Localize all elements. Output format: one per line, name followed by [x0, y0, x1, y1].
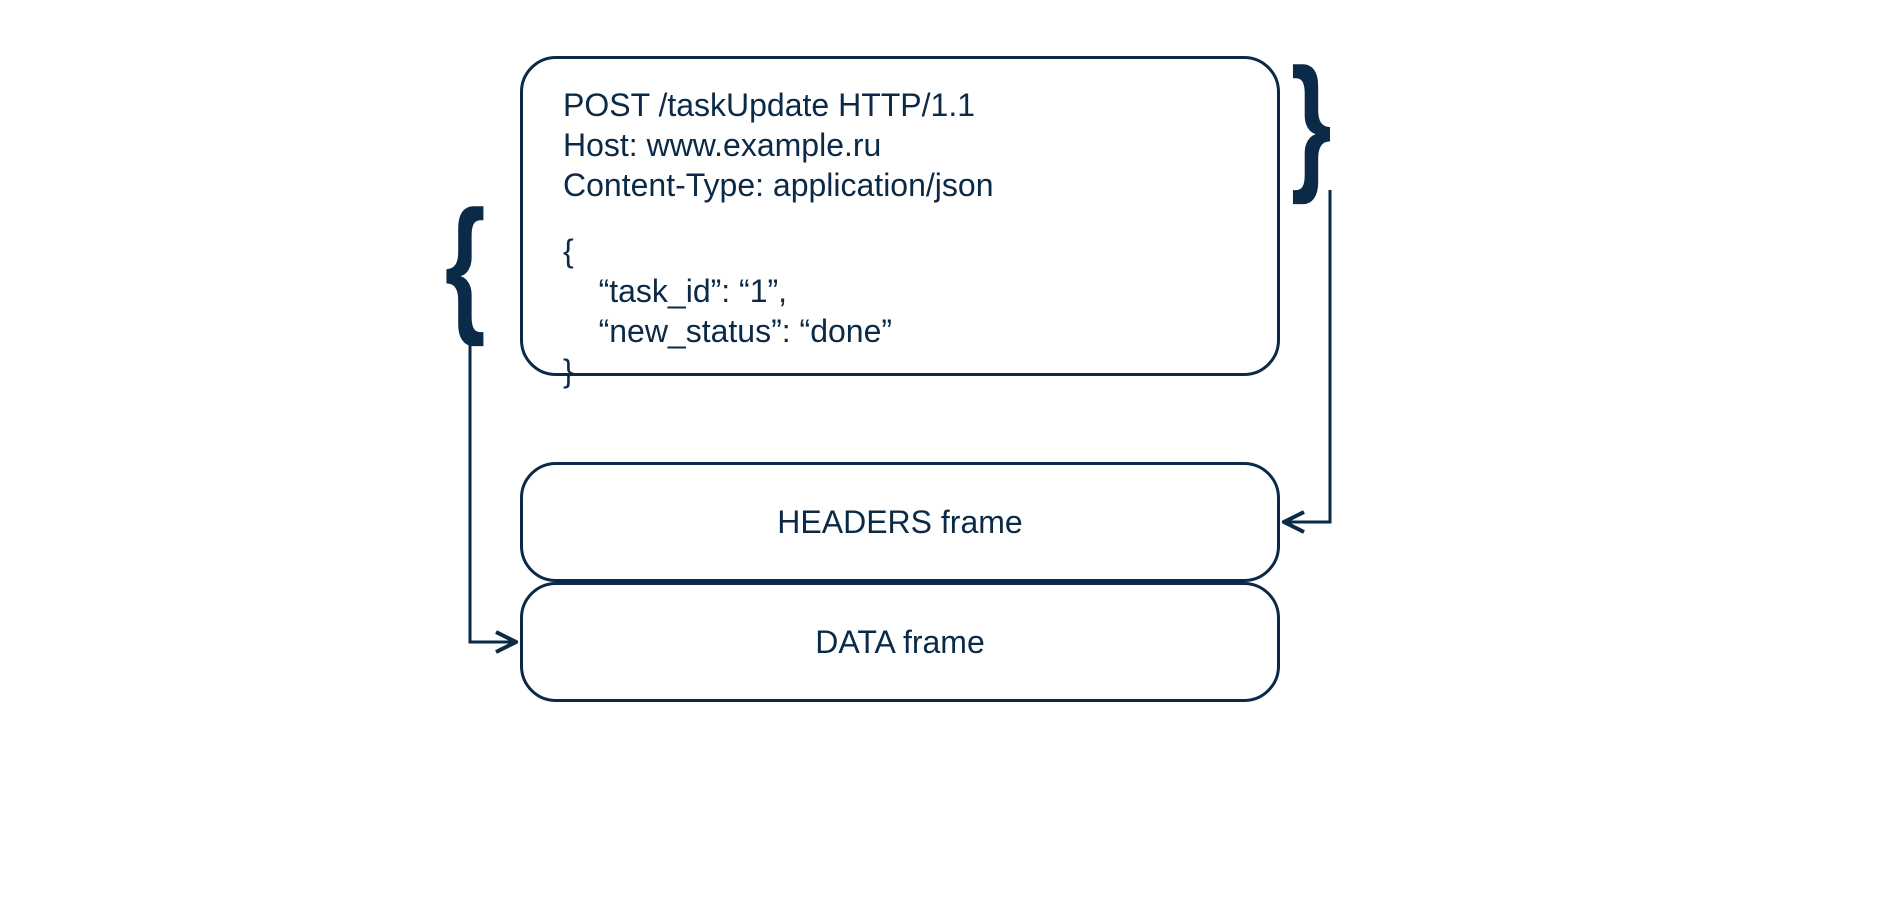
- host-header: Host: www.example.ru: [563, 125, 1237, 165]
- body-field-new-status: “new_status”: “done”: [563, 311, 1237, 351]
- body-brace-close: }: [563, 351, 1237, 391]
- brace-right-icon: }: [1291, 46, 1332, 196]
- data-frame-panel: DATA frame: [520, 582, 1280, 702]
- content-type-header: Content-Type: application/json: [563, 165, 1237, 205]
- body-field-task-id: “task_id”: “1”,: [563, 271, 1237, 311]
- body-brace-open: {: [563, 231, 1237, 271]
- brace-left-icon: {: [445, 188, 486, 338]
- headers-frame-panel: HEADERS frame: [520, 462, 1280, 582]
- data-frame-label: DATA frame: [815, 624, 985, 661]
- request-line: POST /taskUpdate HTTP/1.1: [563, 85, 1237, 125]
- headers-frame-label: HEADERS frame: [777, 504, 1022, 541]
- http-request-panel: POST /taskUpdate HTTP/1.1 Host: www.exam…: [520, 56, 1280, 376]
